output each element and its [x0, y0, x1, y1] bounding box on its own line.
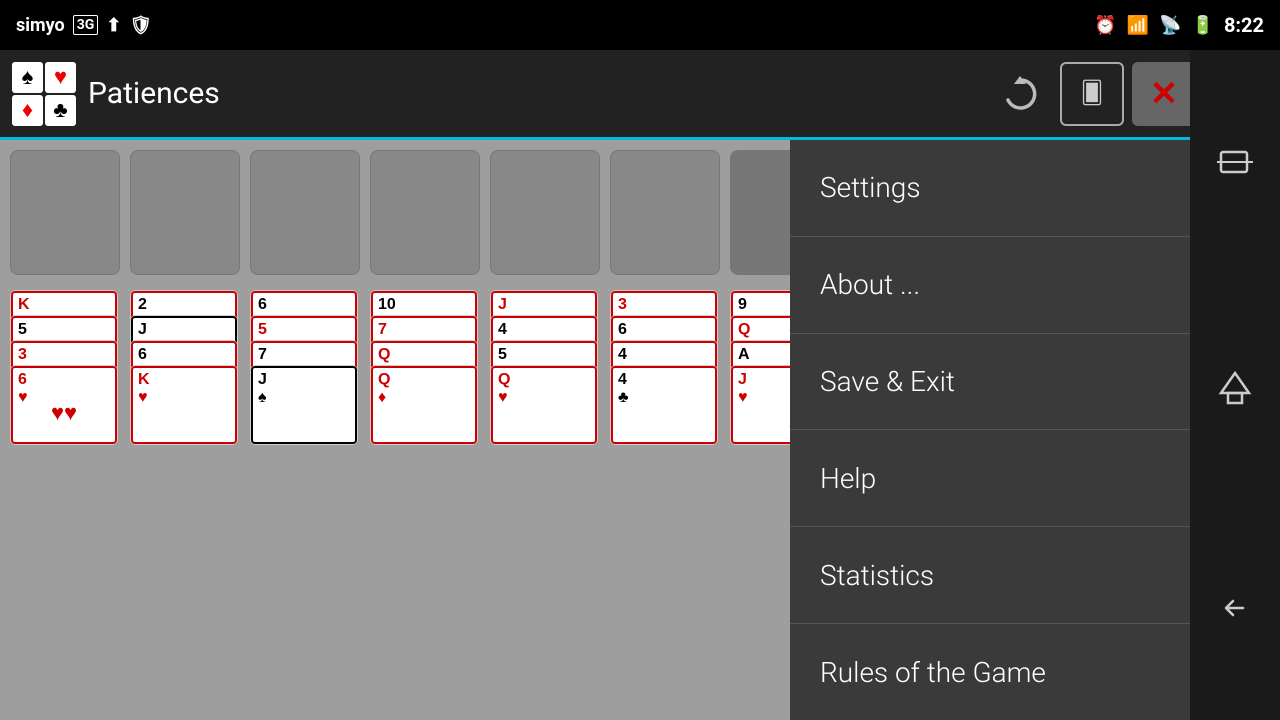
- wifi-icon: 📶: [1127, 15, 1149, 36]
- foundation-slot-5: [490, 150, 600, 275]
- clock-label: 8:22: [1224, 13, 1264, 37]
- card-column-5: J♥ 4♠ 5♣ Q♥: [490, 290, 600, 445]
- card-column-6: 3♥ 6♠ 4♣ 4♣: [610, 290, 720, 445]
- game-area: K♥ K♥ 5♣ 5♣ 3♦ 3♦ 6♥: [0, 140, 1280, 720]
- status-bar: simyo 3G ⬆ 🛡 ⏰ 📶 📡 🔋 8:22: [0, 0, 1280, 50]
- card[interactable]: 6♥ ♥♥: [10, 365, 118, 445]
- alarm-icon: ⏰: [1094, 15, 1116, 36]
- status-left: simyo 3G ⬆ 🛡: [16, 15, 152, 36]
- upload-icon: ⬆: [106, 15, 121, 36]
- menu-item-rules[interactable]: Rules of the Game: [790, 624, 1190, 720]
- rotate-screen-button[interactable]: [1205, 137, 1265, 187]
- refresh-button[interactable]: [988, 62, 1052, 126]
- card-column-1: K♥ K♥ 5♣ 5♣ 3♦ 3♦ 6♥: [10, 290, 120, 445]
- close-icon: ✕: [1150, 74, 1179, 114]
- foundation-slot-2: [130, 150, 240, 275]
- menu-item-help[interactable]: Help: [790, 430, 1190, 527]
- heart-suit: ♥: [45, 62, 76, 93]
- club-suit: ♣: [45, 95, 76, 126]
- app-title: Patiences: [88, 76, 976, 111]
- home-button[interactable]: [1205, 360, 1265, 410]
- card-icon: 🂠: [1081, 81, 1104, 106]
- app-bar: ♠ ♥ ♦ ♣ Patiences 🂠 ✕ ⋮: [0, 50, 1280, 140]
- close-button[interactable]: ✕: [1132, 62, 1196, 126]
- spade-suit: ♠: [12, 62, 43, 93]
- carrier-label: simyo: [16, 15, 65, 36]
- card[interactable]: J♠: [250, 365, 358, 445]
- diamond-suit: ♦: [12, 95, 43, 126]
- card-column-4: 10♣ 7♦ Q♥ Q♦: [370, 290, 480, 445]
- menu-item-about[interactable]: About ...: [790, 237, 1190, 334]
- foundation-slot-6: [610, 150, 720, 275]
- card[interactable]: Q♦: [370, 365, 478, 445]
- back-button[interactable]: [1205, 583, 1265, 633]
- menu-item-statistics[interactable]: Statistics: [790, 527, 1190, 624]
- foundation-slot-3: [250, 150, 360, 275]
- card[interactable]: K♥: [130, 365, 238, 445]
- status-right: ⏰ 📶 📡 🔋 8:22: [1094, 13, 1264, 37]
- menu-item-settings[interactable]: Settings: [790, 140, 1190, 237]
- card[interactable]: Q♥: [490, 365, 598, 445]
- shield-icon: 🛡: [129, 15, 152, 36]
- foundation-slot-1: [10, 150, 120, 275]
- battery-icon: 🔋: [1192, 15, 1214, 36]
- card-column-2: 2♠ J♠ 6♠ K♥: [130, 290, 240, 445]
- app-icon: ♠ ♥ ♦ ♣: [12, 62, 76, 126]
- foundation-slot-4: [370, 150, 480, 275]
- menu-item-save-exit[interactable]: Save & Exit: [790, 334, 1190, 431]
- right-nav: [1190, 50, 1280, 720]
- card-column-3: 6♣ 5♥ 7♠ J♠: [250, 290, 360, 445]
- dropdown-menu: Settings About ... Save & Exit Help Stat…: [790, 140, 1190, 720]
- 3g-icon: 3G: [73, 15, 99, 35]
- signal-icon: 📡: [1159, 15, 1181, 36]
- card[interactable]: 4♣: [610, 365, 718, 445]
- card-button[interactable]: 🂠: [1060, 62, 1124, 126]
